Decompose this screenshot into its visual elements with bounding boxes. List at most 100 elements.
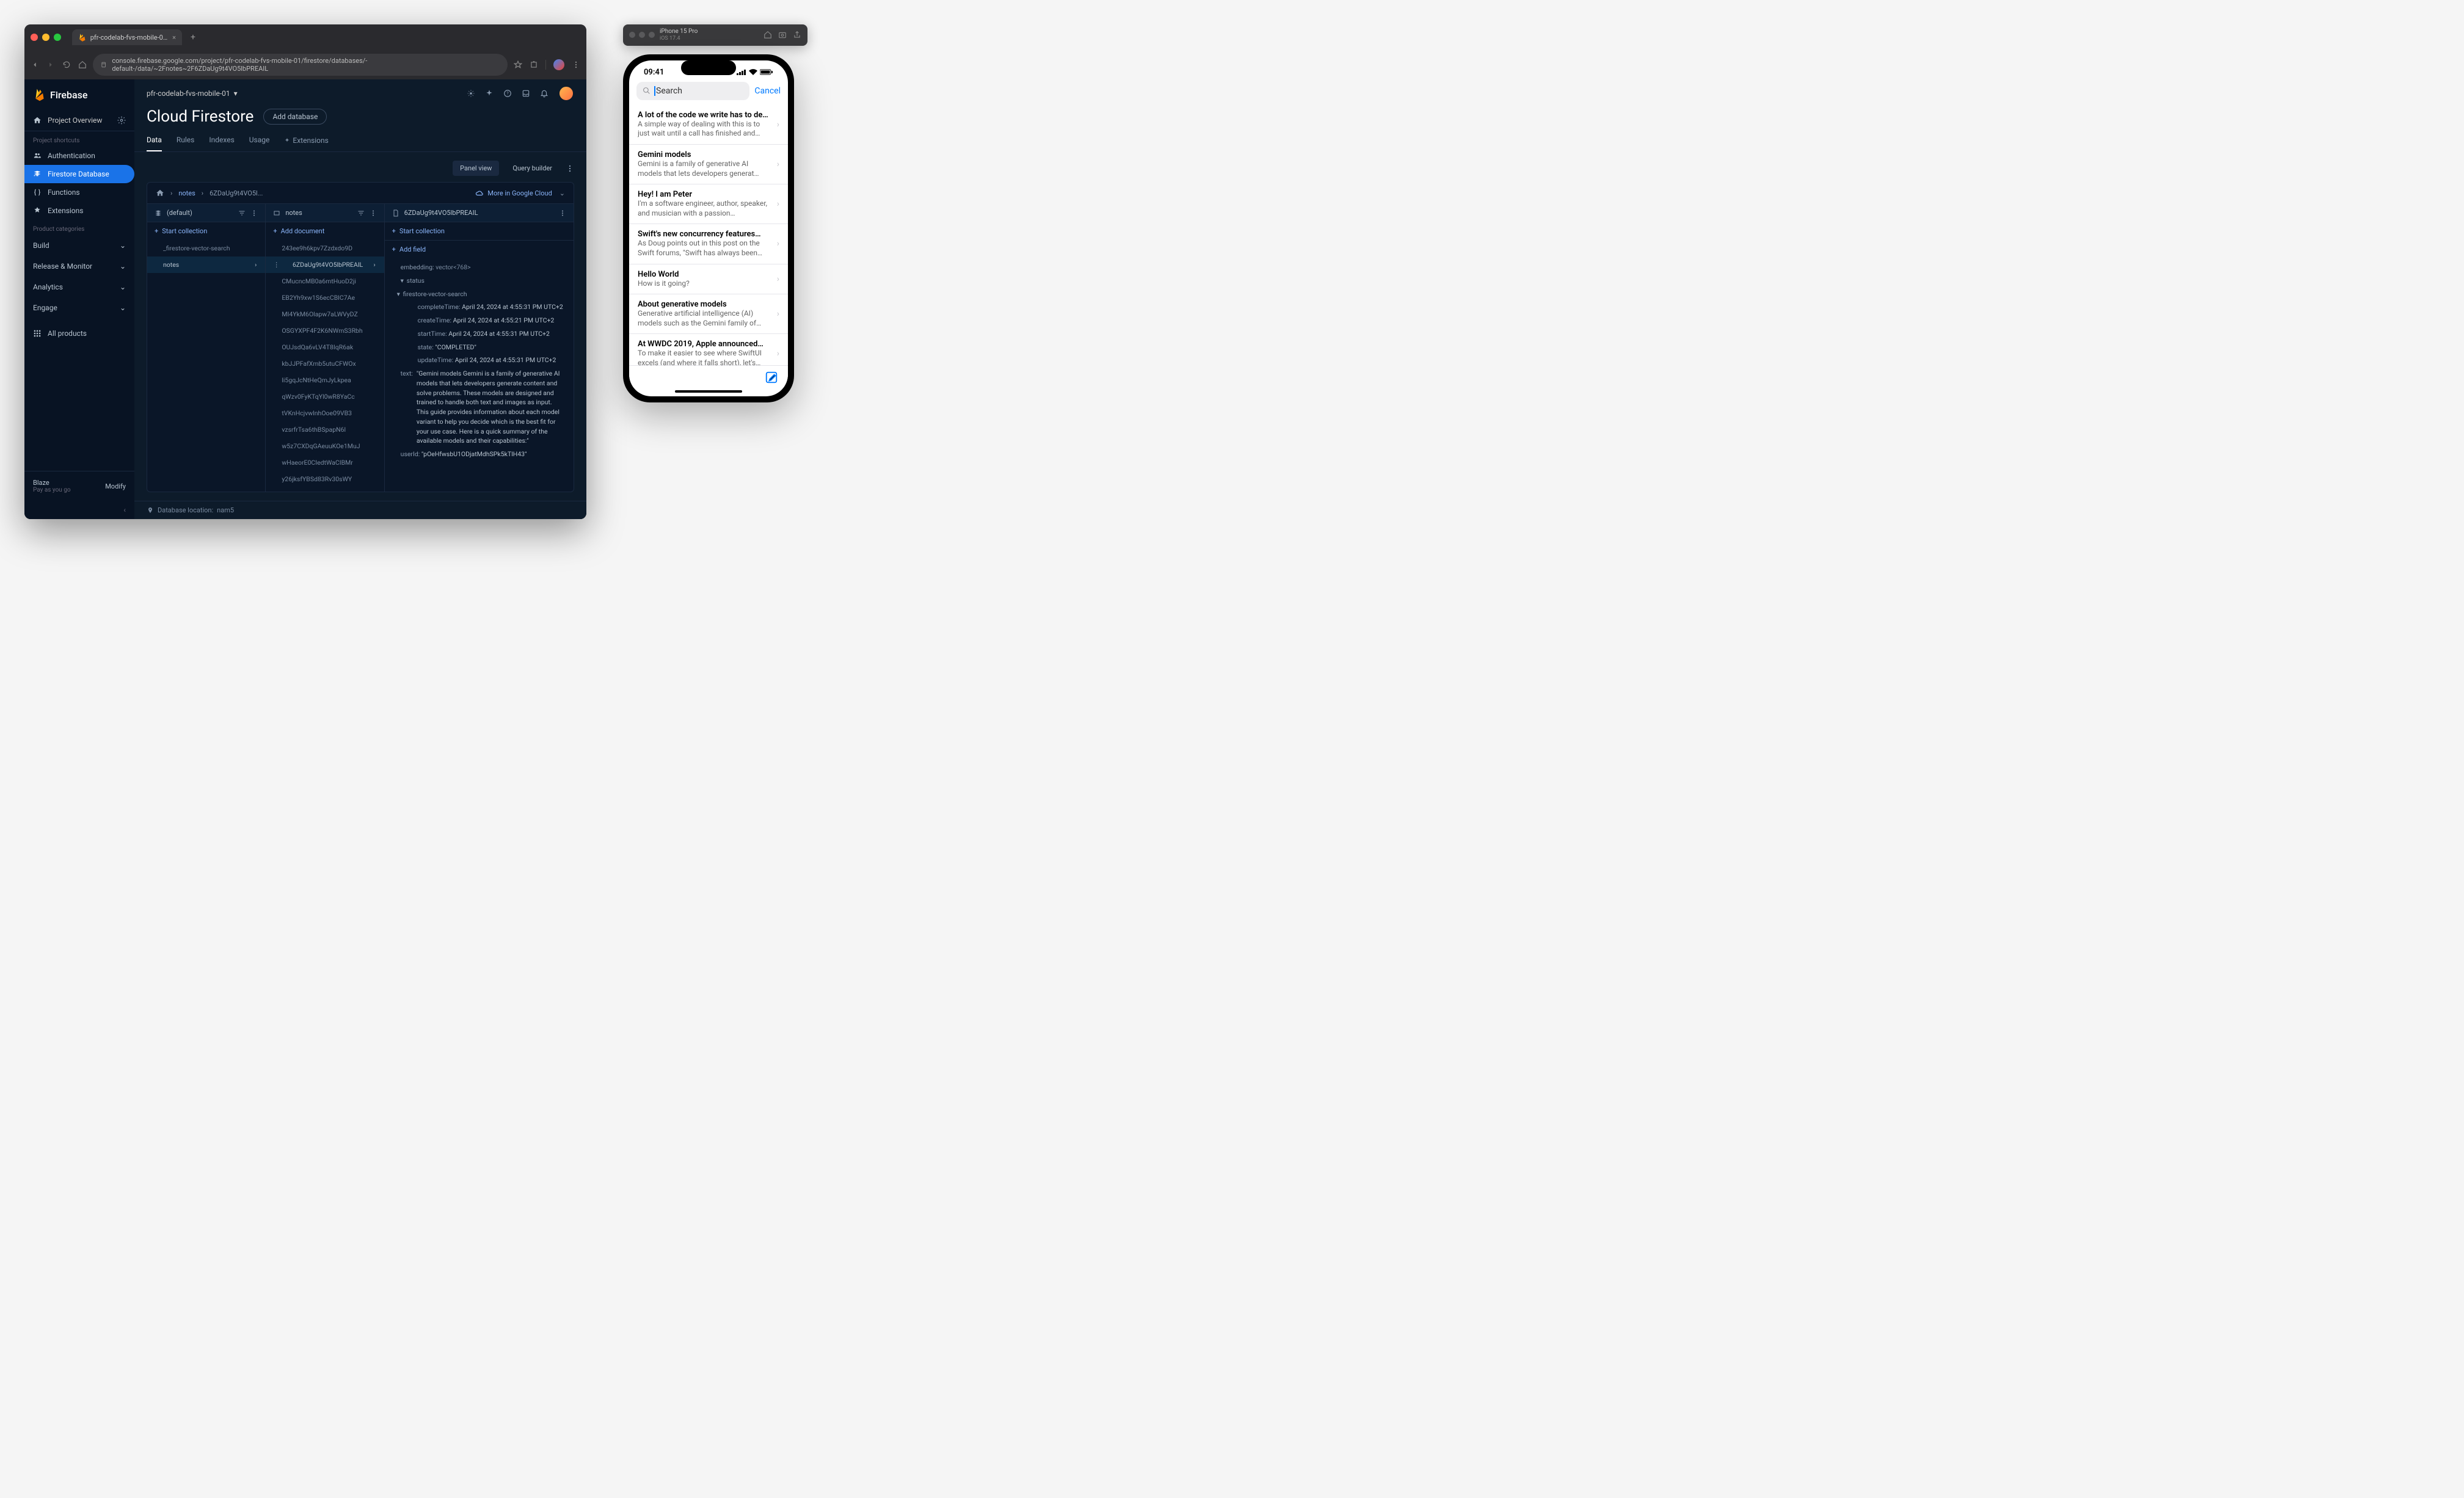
profile-avatar[interactable] [553, 59, 564, 70]
chevron-down-icon[interactable]: ⌄ [560, 189, 565, 197]
extensions-icon[interactable] [530, 60, 538, 69]
browser-tab[interactable]: pfr-codelab-fvs-mobile-01 - × [72, 29, 182, 45]
more-menu-icon[interactable] [370, 209, 377, 217]
forward-button[interactable] [46, 60, 55, 69]
field-row[interactable]: createTime: April 24, 2024 at 4:55:21 PM… [385, 314, 574, 327]
document-item[interactable]: vzsrfrTsa6thBSpapN6l [266, 421, 384, 438]
document-item[interactable]: w5z7CXDqGAeuuKOe1MuJ [266, 438, 384, 454]
modify-plan-button[interactable]: Modify [105, 482, 126, 490]
project-overview[interactable]: Project Overview [24, 110, 134, 131]
panel-view-button[interactable]: Panel view [453, 161, 499, 176]
sim-home-icon[interactable] [764, 31, 772, 39]
sim-maximize-button[interactable] [649, 32, 655, 38]
note-row[interactable]: Hey! I am PeterI'm a software engineer, … [629, 184, 788, 224]
search-input[interactable]: Search [636, 82, 749, 100]
document-item[interactable]: ⋮6ZDaUg9t4VO5lbPREAIL› [266, 256, 384, 273]
firebase-logo[interactable]: Firebase [24, 79, 134, 110]
maximize-window-button[interactable] [54, 34, 61, 41]
all-products[interactable]: All products [24, 324, 134, 343]
back-button[interactable] [31, 60, 39, 69]
document-item[interactable]: qWzv0FyKTqYl0wR8YaCc [266, 388, 384, 405]
document-item[interactable]: EB2Yh9xw1S6ecCBlC7Ae [266, 289, 384, 306]
home-button[interactable] [78, 60, 87, 69]
note-row[interactable]: A lot of the code we write has to de…A s… [629, 105, 788, 145]
bell-icon[interactable] [540, 89, 549, 98]
sim-share-icon[interactable] [793, 31, 801, 39]
field-row[interactable]: userId: "pOeHfwsbU1ODjatMdhSPk5kTlH43" [385, 448, 574, 461]
gear-icon[interactable] [117, 116, 126, 125]
field-row[interactable]: state: "COMPLETED" [385, 341, 574, 354]
sidebar-item-functions[interactable]: Functions [24, 183, 134, 202]
document-item[interactable]: CMucncMB0a6mtHuoD2ji [266, 273, 384, 289]
field-row[interactable]: ▾firestore-vector-search [385, 288, 574, 301]
home-indicator[interactable] [675, 390, 742, 393]
category-analytics[interactable]: Analytics⌄ [24, 277, 134, 297]
start-collection-link[interactable]: +Start collection [385, 222, 574, 240]
add-database-button[interactable]: Add database [263, 109, 327, 125]
collapse-sidebar-button[interactable]: ‹ [24, 501, 134, 519]
field-row[interactable]: completeTime: April 24, 2024 at 4:55:31 … [385, 300, 574, 314]
more-in-cloud-link[interactable]: More in Google Cloud [475, 189, 552, 197]
sim-screenshot-icon[interactable] [778, 31, 787, 39]
document-item[interactable]: MI4YkM6Olapw7aLWVyDZ [266, 306, 384, 322]
notes-list[interactable]: A lot of the code we write has to de…A s… [629, 105, 788, 365]
compose-icon[interactable] [765, 371, 778, 384]
more-menu-icon[interactable] [250, 209, 258, 217]
tab-indexes[interactable]: Indexes [209, 129, 234, 151]
document-item[interactable]: kbJJPFafXmb5utuCFWOx [266, 355, 384, 372]
category-engage[interactable]: Engage⌄ [24, 297, 134, 318]
sim-minimize-button[interactable] [639, 32, 645, 38]
note-row[interactable]: Gemini modelsGemini is a family of gener… [629, 145, 788, 184]
tab-extensions[interactable]: Extensions [284, 129, 328, 151]
new-tab-button[interactable]: + [187, 32, 199, 42]
add-document-link[interactable]: +Add document [266, 222, 384, 240]
spark-icon[interactable] [467, 89, 475, 98]
tab-rules[interactable]: Rules [177, 129, 194, 151]
field-row[interactable]: text: "Gemini models Gemini is a family … [385, 367, 574, 448]
collection-item[interactable]: _firestore-vector-search [147, 240, 265, 256]
inbox-icon[interactable] [522, 89, 530, 98]
field-row[interactable]: startTime: April 24, 2024 at 4:55:31 PM … [385, 327, 574, 341]
sparkle-icon[interactable] [485, 89, 494, 98]
cancel-button[interactable]: Cancel [754, 86, 781, 96]
field-row[interactable]: updateTime: April 24, 2024 at 4:55:31 PM… [385, 354, 574, 367]
add-field-link[interactable]: +Add field [385, 241, 574, 258]
minimize-window-button[interactable] [42, 34, 49, 41]
tab-usage[interactable]: Usage [249, 129, 270, 151]
tab-close-button[interactable]: × [172, 34, 176, 42]
more-menu-icon[interactable] [559, 209, 566, 217]
reload-button[interactable] [62, 60, 71, 69]
breadcrumb-collection[interactable]: notes [178, 189, 195, 197]
document-item[interactable]: y26jksfYBSd83Rv30sWY [266, 471, 384, 487]
more-menu-icon[interactable] [572, 60, 580, 69]
sidebar-item-authentication[interactable]: Authentication [24, 147, 134, 165]
document-item[interactable]: tVKnHcjvwlnhOoe09VB3 [266, 405, 384, 421]
document-item[interactable]: 243ee9h6kpv7Zzdxdo9D [266, 240, 384, 256]
document-item[interactable]: wHaeorE0CIedtWaCIBMr [266, 454, 384, 471]
filter-icon[interactable] [238, 209, 246, 217]
category-release[interactable]: Release & Monitor⌄ [24, 256, 134, 277]
project-selector[interactable]: pfr-codelab-fvs-mobile-01 ▾ [147, 89, 238, 98]
note-row[interactable]: Hello WorldHow is it going?› [629, 264, 788, 295]
collection-item[interactable]: notes› [147, 256, 265, 273]
note-row[interactable]: At WWDC 2019, Apple announced…To make it… [629, 334, 788, 365]
note-row[interactable]: About generative modelsGenerative artifi… [629, 294, 788, 334]
sidebar-item-extensions[interactable]: Extensions [24, 202, 134, 220]
sidebar-item-firestore[interactable]: Firestore Database [24, 165, 134, 183]
sim-close-button[interactable] [629, 32, 635, 38]
document-item[interactable]: OSGYXPF4F2K6NWmS3Rbh [266, 322, 384, 339]
field-row[interactable]: embedding: vector<768> [385, 261, 574, 274]
category-build[interactable]: Build⌄ [24, 235, 134, 256]
filter-icon[interactable] [357, 209, 365, 217]
start-collection-link[interactable]: +Start collection [147, 222, 265, 240]
tab-data[interactable]: Data [147, 129, 162, 151]
user-avatar[interactable] [558, 85, 574, 101]
field-row[interactable]: ▾status [385, 274, 574, 288]
url-input[interactable]: console.firebase.google.com/project/pfr-… [93, 54, 508, 76]
note-row[interactable]: Swift's new concurrency features…As Doug… [629, 224, 788, 264]
document-item[interactable]: li5gqJcNtHeQmJyLkpea [266, 372, 384, 388]
close-window-button[interactable] [31, 34, 38, 41]
query-builder-button[interactable]: Query builder [505, 161, 560, 176]
help-icon[interactable]: ? [503, 89, 512, 98]
star-icon[interactable] [514, 60, 522, 69]
